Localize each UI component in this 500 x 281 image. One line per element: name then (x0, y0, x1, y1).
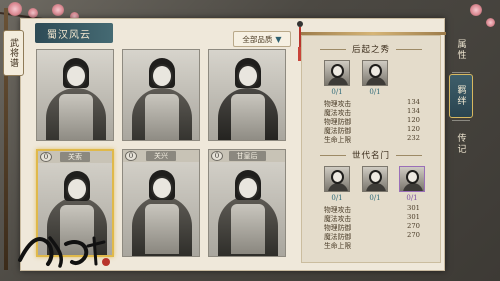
quality-filter-dropdown[interactable]: 全部品质 ▼ (233, 31, 291, 47)
stat-value: 232 (407, 134, 420, 142)
bond-title-2: 世代名门 (302, 148, 440, 162)
hero-card-guan-xing[interactable]: 关兴 0 (122, 149, 200, 257)
hero-avatar[interactable] (324, 166, 350, 192)
tab-hero-registry[interactable]: 武将谱 (3, 30, 24, 76)
hero-card[interactable] (122, 49, 200, 141)
stat-label: 生命上限 (324, 242, 352, 250)
bond-progress: 0/1 (406, 194, 418, 202)
hero-count: 0 (211, 151, 223, 161)
hero-name: 关兴 (146, 151, 176, 161)
game-logo (18, 236, 110, 268)
bond-progress: 0/1 (369, 194, 381, 202)
bond-title-1: 后起之秀 (302, 42, 440, 56)
tab-biography[interactable]: 传记 (449, 122, 473, 166)
tab-divider (452, 72, 470, 73)
hero-card-empress-gan[interactable]: 甘皇后 0 (208, 149, 286, 257)
hero-name: 关索 (60, 152, 90, 162)
stat-label: 生命上限 (324, 136, 352, 144)
hero-count: 0 (125, 151, 137, 161)
tab-bonds[interactable]: 羁绊 (449, 74, 473, 118)
stat-row: 生命上限 232 (324, 134, 420, 144)
bond-progress: 0/1 (331, 88, 343, 96)
hero-name: 甘皇后 (228, 151, 266, 161)
hero-avatar[interactable] (324, 60, 350, 86)
hero-avatar[interactable] (399, 166, 425, 192)
hero-count: 0 (40, 152, 52, 162)
hero-avatar[interactable] (362, 166, 388, 192)
bond-progress: 0/1 (331, 194, 343, 202)
stat-row: 生命上限 (324, 240, 420, 250)
tab-attributes[interactable]: 属性 (449, 28, 473, 72)
bond-info-panel: 后起之秀 0/1 0/1 物理攻击 134 魔法攻击 134 物理防御 120 魔法防… (301, 35, 441, 263)
tab-divider (452, 120, 470, 121)
hero-card[interactable] (36, 49, 114, 141)
chevron-down-icon: ▼ (275, 34, 282, 44)
hero-card[interactable] (208, 49, 286, 141)
hero-avatar[interactable] (362, 60, 388, 86)
bond-progress: 0/1 (369, 88, 381, 96)
quality-filter-label: 全部品质 (242, 34, 273, 44)
faction-tab[interactable]: 蜀汉风云 (35, 23, 113, 43)
